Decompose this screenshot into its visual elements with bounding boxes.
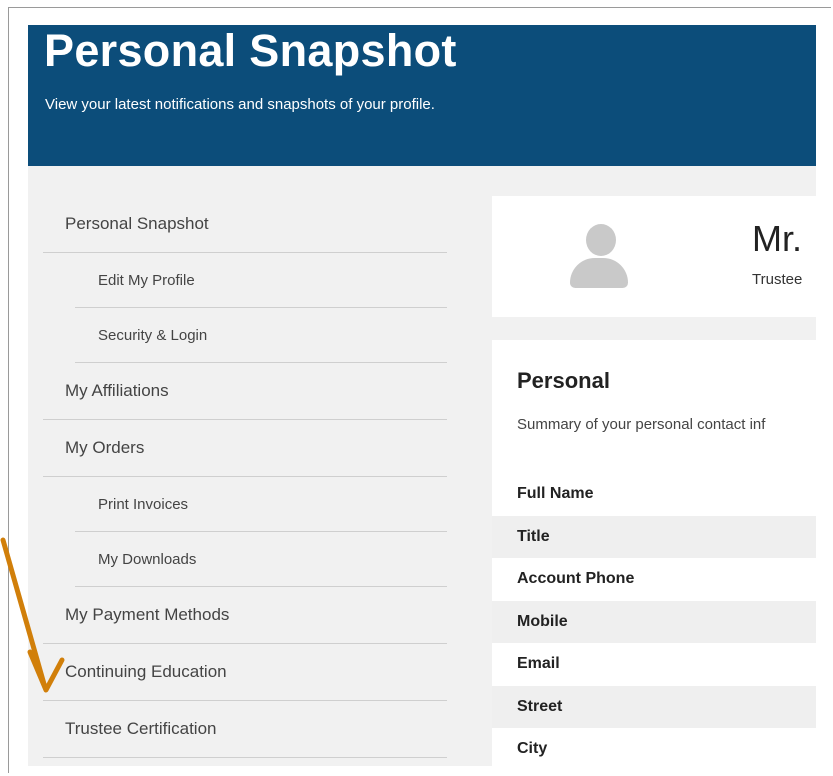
sidebar-item-personal-snapshot[interactable]: Personal Snapshot <box>43 196 447 253</box>
field-row-full-name: Full Name <box>517 485 594 503</box>
page-header-banner: Personal Snapshot View your latest notif… <box>28 25 816 166</box>
field-row-title: Title <box>492 515 816 558</box>
profile-role: Trustee <box>752 271 803 288</box>
sidebar-item-label: My Downloads <box>98 550 197 568</box>
sidebar-item-continuing-education[interactable]: Continuing Education <box>43 644 447 701</box>
sidebar-item-my-downloads[interactable]: My Downloads <box>75 532 447 587</box>
sidebar-item-my-payment-methods[interactable]: My Payment Methods <box>43 587 447 644</box>
avatar-icon <box>569 224 629 290</box>
personal-info-card: Personal Summary of your personal contac… <box>492 340 816 770</box>
field-row-mobile: Mobile <box>492 600 816 643</box>
field-row-account-phone: Account Phone <box>517 570 635 588</box>
section-description: Summary of your personal contact inf <box>517 416 766 433</box>
section-title: Personal <box>517 368 610 393</box>
sidebar-item-label: Security & Login <box>98 326 208 344</box>
avatar-head <box>586 224 616 256</box>
sidebar-item-label: Trustee Certification <box>65 719 217 738</box>
page-title: Personal Snapshot <box>44 25 457 76</box>
field-row-street: Street <box>492 685 816 728</box>
field-row-email: Email <box>517 655 560 673</box>
sidebar-item-trustee-certification[interactable]: Trustee Certification <box>43 701 447 758</box>
page-subtitle: View your latest notifications and snaps… <box>45 96 435 113</box>
sidebar-item-label: Print Invoices <box>98 495 189 513</box>
sidebar-item-my-orders[interactable]: My Orders <box>43 420 447 477</box>
sidebar-nav: Personal Snapshot Edit My Profile Securi… <box>43 196 447 758</box>
sidebar-item-label: My Orders <box>65 438 145 457</box>
avatar-body <box>570 258 628 288</box>
profile-card: Mr. Trustee <box>492 196 816 317</box>
field-row-city: City <box>517 740 548 758</box>
sidebar-item-label: Personal Snapshot <box>65 214 209 233</box>
personal-fields-list: Full Name Title Account Phone Mobile Ema… <box>492 473 816 771</box>
sidebar-item-print-invoices[interactable]: Print Invoices <box>75 477 447 532</box>
profile-name: Mr. <box>752 218 802 259</box>
sidebar-item-security-login[interactable]: Security & Login <box>75 308 447 363</box>
sidebar-item-label: Edit My Profile <box>98 271 195 289</box>
sidebar-item-label: Continuing Education <box>65 662 227 681</box>
sidebar-item-label: My Payment Methods <box>65 605 230 624</box>
sidebar-item-edit-my-profile[interactable]: Edit My Profile <box>75 253 447 308</box>
sidebar-item-my-affiliations[interactable]: My Affiliations <box>43 363 447 420</box>
sidebar-item-label: My Affiliations <box>65 381 169 400</box>
